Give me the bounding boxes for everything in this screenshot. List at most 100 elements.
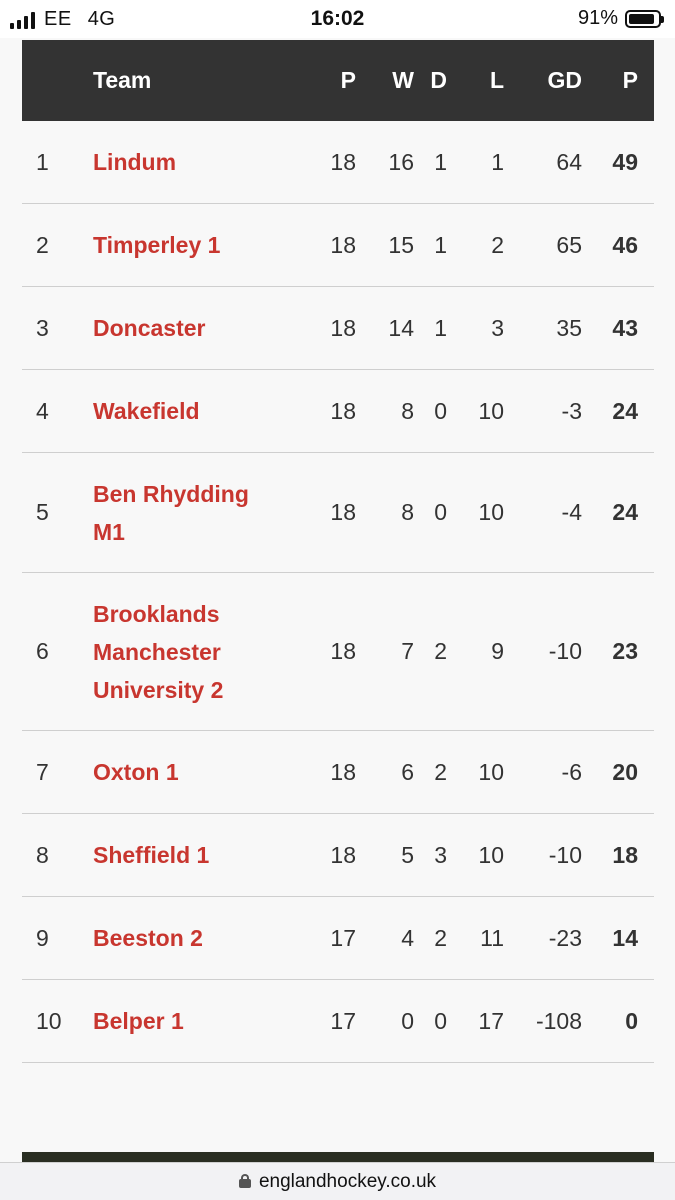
row-lost: 9: [491, 638, 504, 664]
row-team-cell: Doncaster: [93, 287, 293, 369]
row-played: 18: [330, 148, 356, 175]
row-played: 18: [330, 758, 356, 785]
row-goal-difference: 65: [556, 231, 582, 258]
row-drawn: 2: [434, 758, 447, 785]
row-drawn: 0: [434, 1007, 447, 1034]
row-played: 18: [330, 499, 356, 525]
row-goal-difference: -6: [561, 758, 582, 785]
row-position: 2: [36, 231, 49, 258]
team-link[interactable]: Wakefield: [93, 392, 200, 430]
row-lost: 10: [478, 499, 504, 525]
row-lost: 3: [491, 314, 504, 341]
row-points: 14: [612, 924, 638, 951]
header-goal-difference: GD: [547, 67, 583, 93]
battery-icon: [625, 9, 664, 28]
table-row: 9 Beeston 2 17 4 2 11 -23 14: [22, 897, 654, 980]
row-points: 18: [612, 841, 638, 868]
row-won: 7: [401, 638, 414, 664]
battery-fill: [629, 13, 655, 24]
table-row: 5 Ben Rhydding M1 18 8 0 10 -4 24: [22, 453, 654, 573]
row-played: 18: [330, 638, 356, 664]
row-played: 18: [330, 397, 356, 424]
row-team-cell: Wakefield: [93, 370, 293, 452]
header-lost: L: [489, 67, 504, 93]
row-played: 17: [330, 924, 356, 951]
row-goal-difference: -23: [548, 924, 582, 951]
team-link[interactable]: Beeston 2: [93, 919, 203, 957]
row-drawn: 0: [434, 397, 447, 424]
table-row: 6 Brooklands Manchester University 2 18 …: [22, 573, 654, 731]
row-points: 23: [612, 638, 638, 664]
table-row: 4 Wakefield 18 8 0 10 -3 24: [22, 370, 654, 453]
row-won: 5: [401, 841, 414, 868]
status-time: 16:02: [310, 7, 365, 30]
status-right: 91%: [577, 7, 664, 30]
row-drawn: 2: [434, 924, 447, 951]
team-link[interactable]: Oxton 1: [93, 753, 179, 791]
header-played: P: [340, 67, 356, 93]
row-drawn: 2: [434, 638, 447, 664]
row-points: 20: [612, 758, 638, 785]
row-won: 8: [401, 397, 414, 424]
safari-address-bar[interactable]: englandhockey.co.uk: [0, 1162, 675, 1200]
row-won: 0: [401, 1007, 414, 1034]
row-drawn: 1: [434, 314, 447, 341]
table-header: Team P W D L GD P: [22, 40, 654, 121]
row-played: 18: [330, 841, 356, 868]
row-team-cell: Lindum: [93, 121, 293, 203]
team-link[interactable]: Lindum: [93, 143, 176, 181]
table-row: 10 Belper 1 17 0 0 17 -108 0: [22, 980, 654, 1063]
status-bar: EE 4G 16:02 91%: [0, 0, 675, 38]
row-position: 3: [36, 314, 49, 341]
row-drawn: 1: [434, 231, 447, 258]
table-row: 2 Timperley 1 18 15 1 2 65 46: [22, 204, 654, 287]
battery-percentage: 91%: [577, 7, 618, 29]
row-lost: 1: [491, 148, 504, 175]
row-won: 16: [388, 148, 414, 175]
row-position: 6: [36, 638, 49, 664]
row-won: 15: [388, 231, 414, 258]
team-link[interactable]: Doncaster: [93, 309, 205, 347]
row-drawn: 0: [434, 499, 447, 525]
header-won: W: [392, 67, 414, 93]
row-lost: 17: [478, 1007, 504, 1034]
team-link[interactable]: Brooklands Manchester University 2: [93, 595, 243, 709]
row-goal-difference: -3: [561, 397, 582, 424]
row-goal-difference: -4: [561, 499, 582, 525]
team-link[interactable]: Ben Rhydding M1: [93, 475, 263, 551]
team-link[interactable]: Belper 1: [93, 1002, 184, 1040]
row-position: 1: [36, 148, 49, 175]
row-played: 17: [330, 1007, 356, 1034]
row-lost: 10: [478, 397, 504, 424]
table-row: 1 Lindum 18 16 1 1 64 49: [22, 121, 654, 204]
table-row: 7 Oxton 1 18 6 2 10 -6 20: [22, 731, 654, 814]
team-link[interactable]: Timperley 1: [93, 226, 220, 264]
row-played: 18: [330, 314, 356, 341]
team-link[interactable]: Sheffield 1: [93, 836, 209, 874]
row-goal-difference: -10: [548, 841, 582, 868]
row-lost: 10: [478, 841, 504, 868]
row-team-cell: Timperley 1: [93, 204, 293, 286]
row-points: 0: [625, 1007, 638, 1034]
row-team-cell: Beeston 2: [93, 897, 293, 979]
league-table: Team P W D L GD P 1 Lindum 18 16 1 1 64 …: [22, 40, 654, 1063]
row-position: 5: [36, 499, 49, 525]
header-drawn: D: [430, 67, 447, 93]
row-position: 9: [36, 924, 49, 951]
row-lost: 10: [478, 758, 504, 785]
row-lost: 11: [480, 924, 504, 951]
table-row: 8 Sheffield 1 18 5 3 10 -10 18: [22, 814, 654, 897]
row-team-cell: Sheffield 1: [93, 814, 293, 896]
url-domain: englandhockey.co.uk: [258, 1170, 437, 1192]
row-won: 4: [401, 924, 414, 951]
row-points: 43: [612, 314, 638, 341]
row-lost: 2: [491, 231, 504, 258]
row-position: 10: [36, 1007, 62, 1034]
row-won: 14: [388, 314, 414, 341]
row-team-cell: Brooklands Manchester University 2: [93, 573, 293, 730]
header-position: [36, 40, 76, 121]
row-position: 7: [36, 758, 49, 785]
row-team-cell: Belper 1: [93, 980, 293, 1062]
row-goal-difference: -10: [548, 638, 582, 664]
row-position: 8: [36, 841, 49, 868]
